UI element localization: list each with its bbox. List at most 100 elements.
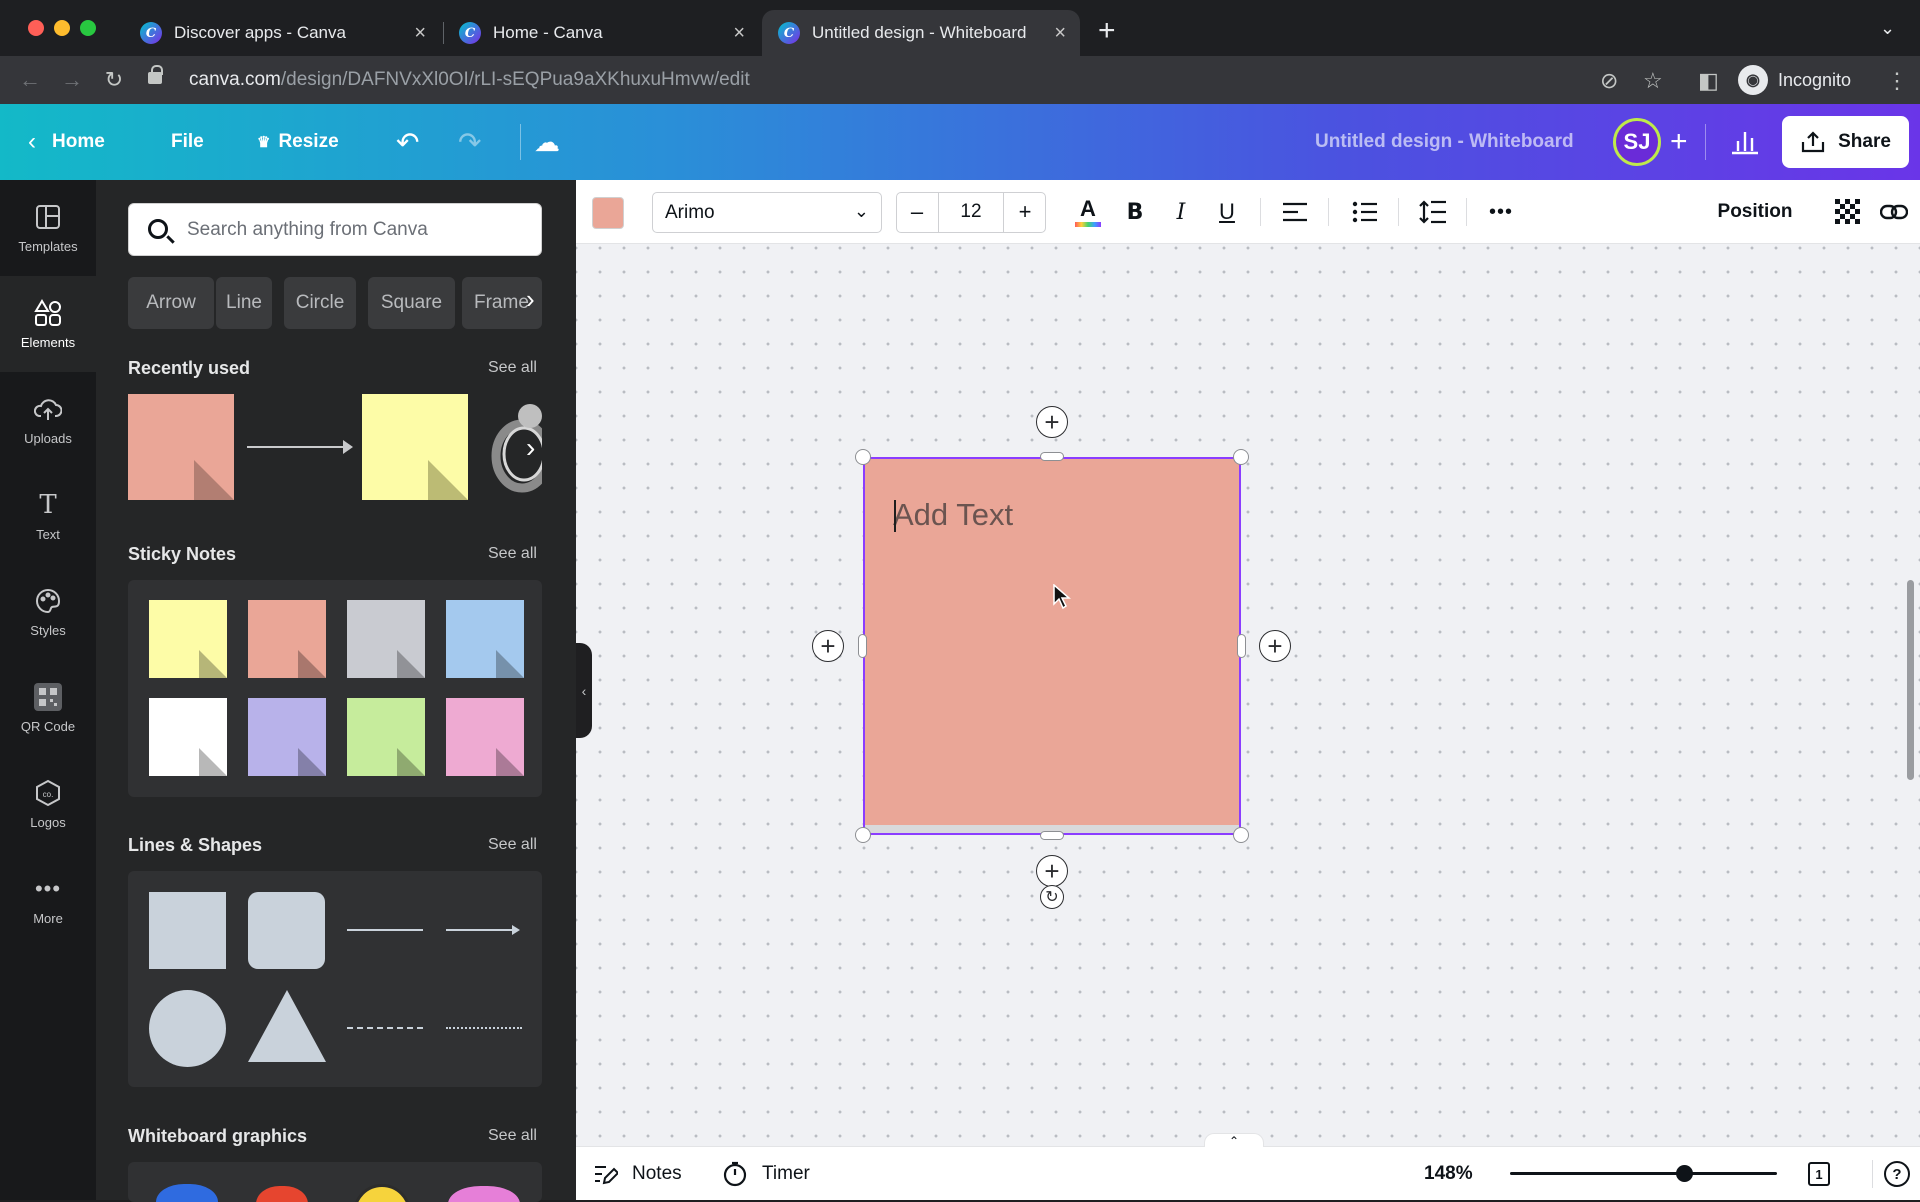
fill-color-swatch[interactable] xyxy=(592,197,624,229)
recent-sticky-note-red[interactable] xyxy=(128,394,234,500)
rail-item-more[interactable]: ••• More xyxy=(0,852,96,948)
zoom-slider[interactable] xyxy=(1510,1172,1777,1175)
avatar[interactable]: SJ xyxy=(1613,118,1661,166)
sticky-note-option[interactable] xyxy=(248,698,326,776)
url-field[interactable]: canva.com/design/DAFNVxXl0OI/rLI-sEQPua9… xyxy=(145,62,1505,98)
list-button[interactable] xyxy=(1342,180,1388,244)
recent-arrow-line[interactable] xyxy=(247,446,351,448)
add-sticky-left-button[interactable]: + xyxy=(812,630,844,662)
maximize-window-button[interactable] xyxy=(80,20,96,36)
transparency-icon[interactable] xyxy=(1828,180,1868,244)
add-sticky-above-button[interactable]: + xyxy=(1036,406,1068,438)
rail-item-styles[interactable]: Styles xyxy=(0,564,96,660)
square-shape[interactable] xyxy=(149,892,226,969)
link-icon[interactable] xyxy=(1872,180,1916,244)
forward-arrow-icon[interactable]: → xyxy=(58,66,86,94)
sticky-note-option[interactable] xyxy=(347,600,425,678)
graphic-smiley[interactable] xyxy=(353,1184,411,1202)
sticky-note-option[interactable] xyxy=(149,698,227,776)
help-button[interactable]: ? xyxy=(1884,1147,1910,1201)
rounded-square-shape[interactable] xyxy=(248,892,325,969)
see-all-link[interactable]: See all xyxy=(488,545,537,563)
document-title[interactable]: Untitled design - Whiteboard xyxy=(1315,104,1574,180)
resize-handle-top-left[interactable] xyxy=(855,449,871,465)
search-input[interactable]: Search anything from Canva xyxy=(128,203,542,256)
resize-button[interactable]: ♛ Resize xyxy=(257,104,339,180)
cloud-saved-icon[interactable]: ☁ xyxy=(534,104,560,180)
home-button[interactable]: ‹ Home xyxy=(28,104,105,180)
bookmark-star-icon[interactable]: ☆ xyxy=(1643,68,1663,94)
see-all-link[interactable]: See all xyxy=(488,359,537,377)
whiteboard-canvas[interactable] xyxy=(576,180,1920,1200)
sticky-text-placeholder[interactable]: Add Text xyxy=(893,497,1013,533)
triangle-shape[interactable] xyxy=(248,990,326,1062)
share-button[interactable]: Share xyxy=(1782,116,1909,168)
page-count-button[interactable]: 1 xyxy=(1808,1147,1830,1201)
more-options-icon[interactable]: ••• xyxy=(1476,180,1526,244)
bold-button[interactable]: B xyxy=(1112,180,1158,244)
file-menu-button[interactable]: File xyxy=(171,104,204,180)
undo-icon[interactable]: ↶ xyxy=(396,104,419,180)
rail-item-logos[interactable]: co. Logos xyxy=(0,756,96,852)
chip-arrow[interactable]: Arrow xyxy=(128,277,214,329)
rail-item-elements[interactable]: Elements xyxy=(0,276,96,372)
chevron-right-icon[interactable]: › xyxy=(526,434,535,462)
sticky-note-option[interactable] xyxy=(149,600,227,678)
line-shape[interactable] xyxy=(347,929,423,931)
resize-handle-bottom-right[interactable] xyxy=(1233,827,1249,843)
spacing-button[interactable] xyxy=(1410,180,1456,244)
rail-item-templates[interactable]: Templates xyxy=(0,180,96,276)
rail-item-uploads[interactable]: Uploads xyxy=(0,372,96,468)
see-all-link[interactable]: See all xyxy=(488,836,537,854)
eye-off-icon[interactable]: ⊘ xyxy=(1600,68,1618,94)
insights-chart-icon[interactable] xyxy=(1730,104,1760,180)
chip-circle[interactable]: Circle xyxy=(284,277,356,329)
zoom-slider-thumb[interactable] xyxy=(1675,1165,1693,1182)
browser-menu-icon[interactable]: ⋮ xyxy=(1886,68,1908,94)
close-window-button[interactable] xyxy=(28,20,44,36)
zoom-percentage[interactable]: 148% xyxy=(1424,1147,1473,1201)
new-tab-icon[interactable]: + xyxy=(1098,16,1116,46)
back-arrow-icon[interactable]: ← xyxy=(16,66,44,94)
notes-button[interactable]: Notes xyxy=(594,1147,682,1201)
resize-handle-right[interactable] xyxy=(1237,634,1246,658)
tab-untitled-design[interactable]: C Untitled design - Whiteboard × xyxy=(762,10,1080,56)
sticky-note-option[interactable] xyxy=(347,698,425,776)
tab-discover-apps[interactable]: C Discover apps - Canva × xyxy=(124,10,440,56)
position-button[interactable]: Position xyxy=(1700,180,1810,244)
italic-button[interactable]: I xyxy=(1158,180,1204,244)
decrease-font-size-button[interactable]: – xyxy=(896,180,938,244)
resize-handle-bottom-left[interactable] xyxy=(855,827,871,843)
chevron-right-icon[interactable]: › xyxy=(526,286,535,312)
side-panel-icon[interactable]: ◧ xyxy=(1698,68,1719,94)
sticky-note-option[interactable] xyxy=(446,698,524,776)
circle-shape[interactable] xyxy=(149,990,226,1067)
collapse-panel-button[interactable]: ‹ xyxy=(576,643,592,738)
canvas-scrollbar[interactable] xyxy=(1907,580,1914,780)
arrow-line-shape[interactable] xyxy=(446,929,516,931)
add-sticky-right-button[interactable]: + xyxy=(1259,630,1291,662)
sticky-note-option[interactable] xyxy=(248,600,326,678)
text-color-button[interactable]: A xyxy=(1064,180,1112,244)
underline-button[interactable]: U xyxy=(1204,180,1250,244)
resize-handle-top-right[interactable] xyxy=(1233,449,1249,465)
rotate-icon[interactable]: ↻ xyxy=(1040,885,1064,909)
chip-line[interactable]: Line xyxy=(216,277,272,329)
minimize-window-button[interactable] xyxy=(54,20,70,36)
timer-button[interactable]: Timer xyxy=(722,1147,810,1201)
add-sticky-below-button[interactable]: + xyxy=(1036,855,1068,887)
add-collaborator-plus-icon[interactable]: + xyxy=(1670,104,1688,180)
sticky-note-option[interactable] xyxy=(446,600,524,678)
recent-sticky-note-yellow[interactable] xyxy=(362,394,468,500)
rail-item-text[interactable]: T Text xyxy=(0,468,96,564)
expand-pages-chevron-icon[interactable]: ⌃ xyxy=(1204,1133,1264,1148)
increase-font-size-button[interactable]: + xyxy=(1004,180,1046,244)
incognito-indicator[interactable]: ◉ Incognito xyxy=(1738,64,1851,96)
chip-square[interactable]: Square xyxy=(368,277,455,329)
close-icon[interactable]: × xyxy=(733,22,745,45)
resize-handle-left[interactable] xyxy=(858,634,867,658)
font-family-dropdown[interactable]: Arimo ⌄ xyxy=(652,192,882,233)
tab-search-chevron-icon[interactable]: ⌄ xyxy=(1880,18,1895,39)
dashed-line-shape[interactable] xyxy=(347,1027,423,1029)
dotted-line-shape[interactable] xyxy=(446,1027,522,1029)
